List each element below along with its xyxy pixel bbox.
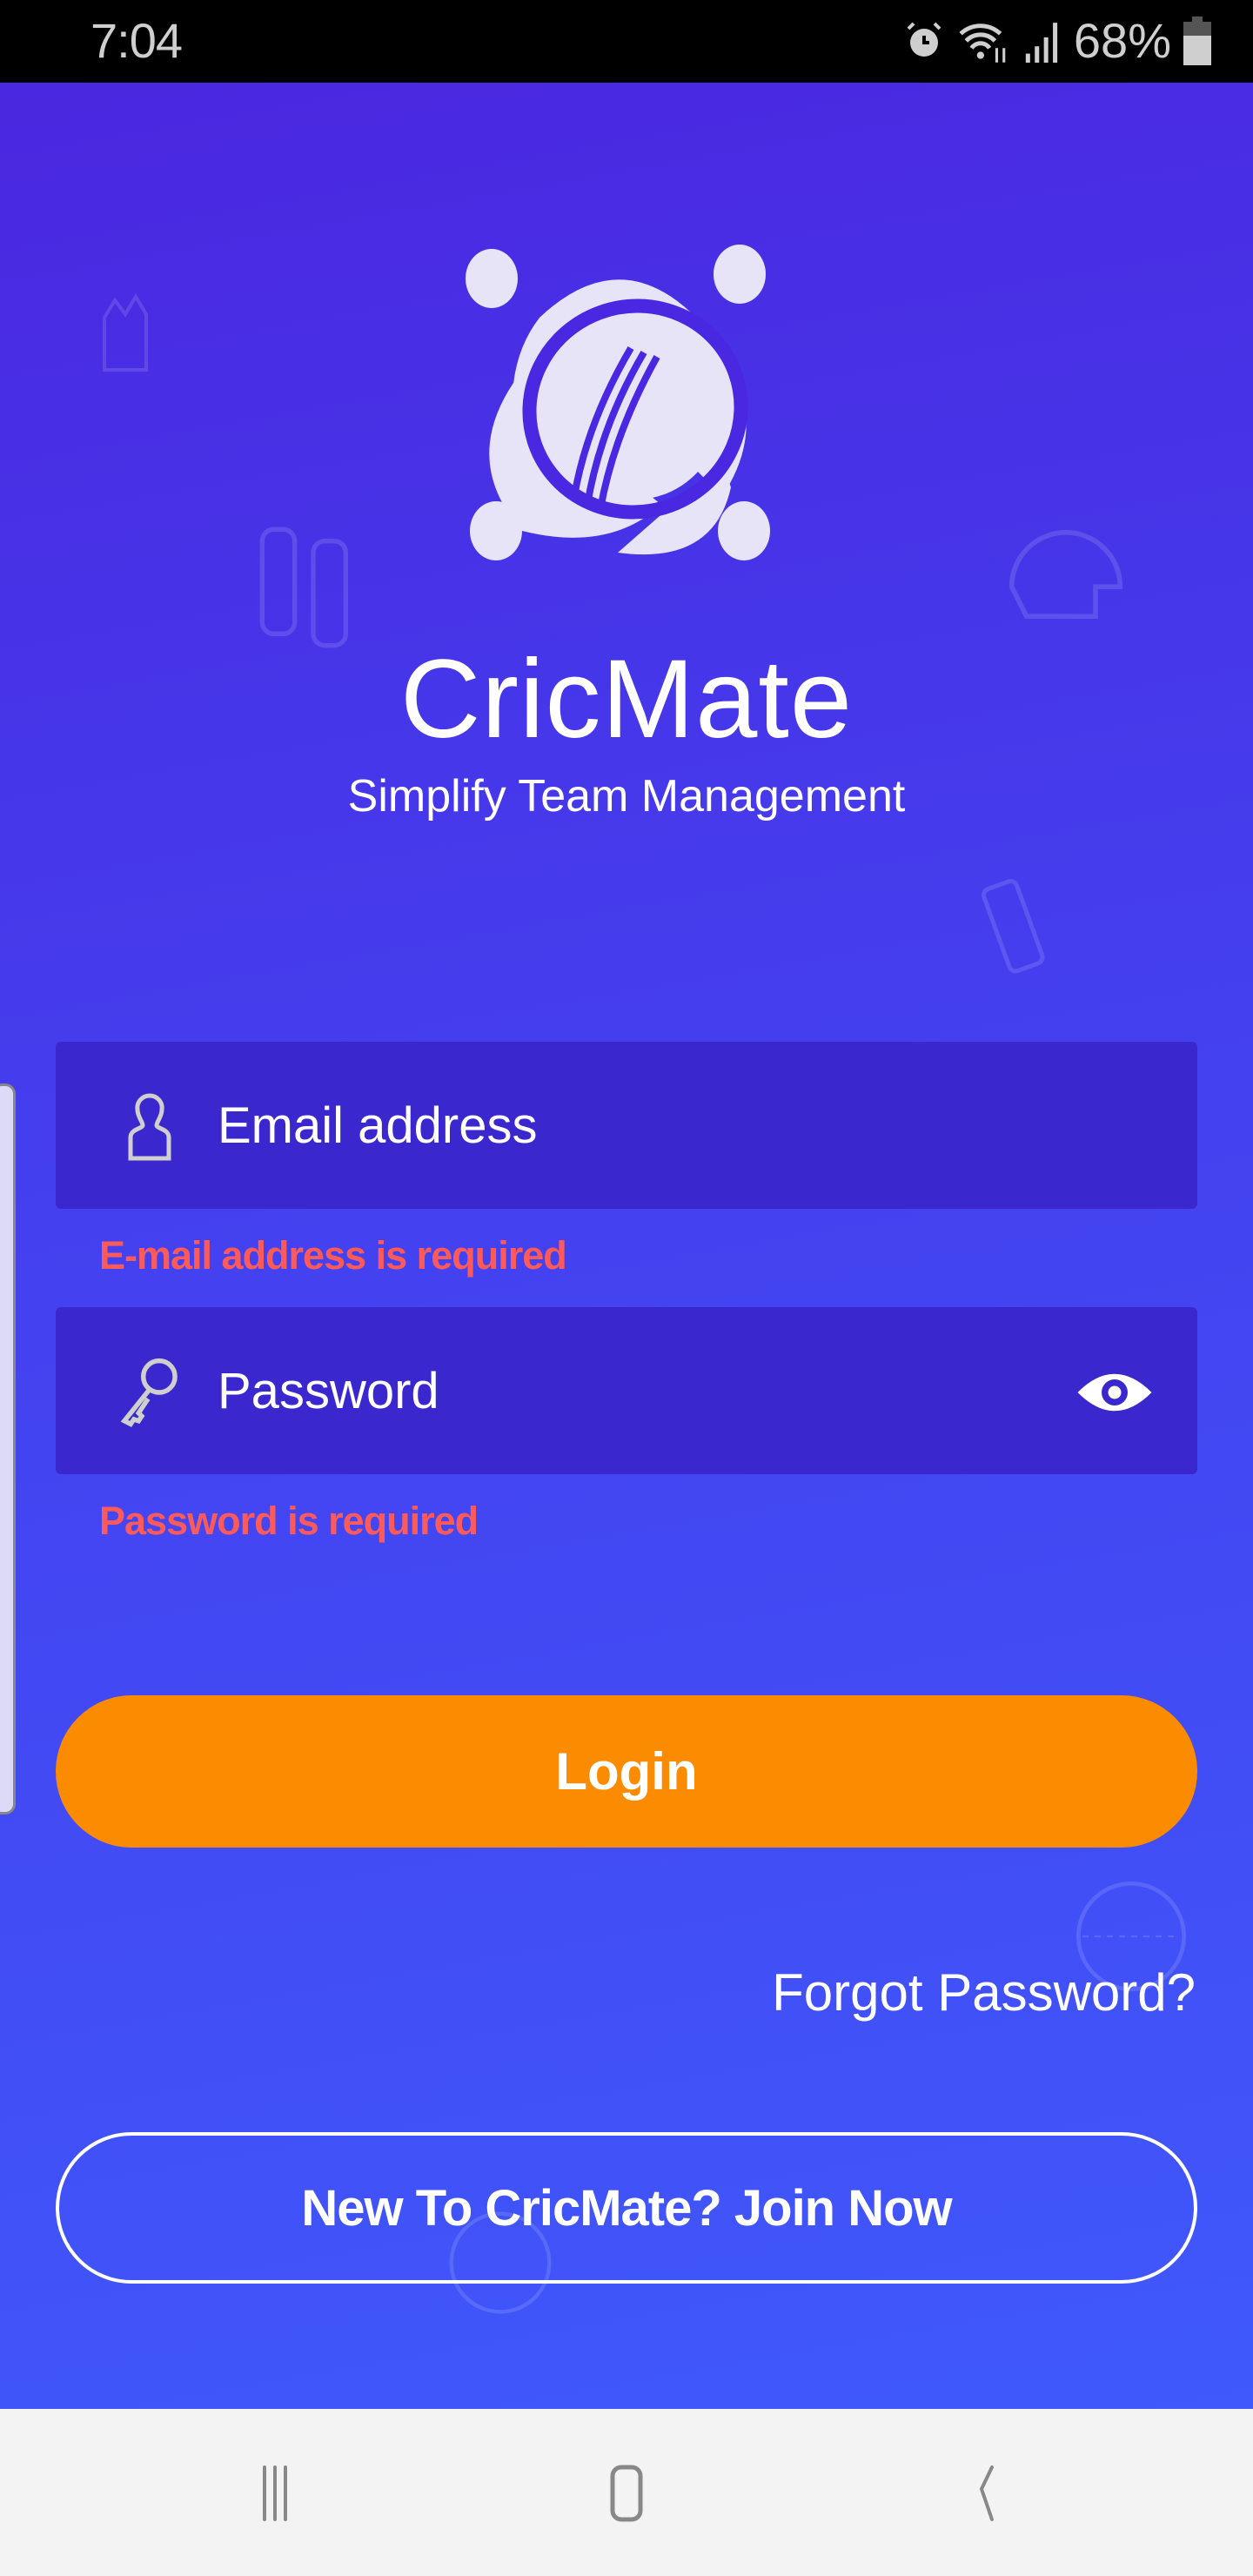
- key-icon: [120, 1358, 178, 1427]
- password-error: Password is required: [99, 1499, 479, 1543]
- gloves-icon: [103, 293, 148, 372]
- back-icon[interactable]: [948, 2463, 1018, 2524]
- login-screen: CricMate Simplify Team Management Email …: [0, 83, 1253, 2409]
- signal-icon: [1025, 22, 1057, 63]
- password-field[interactable]: Password: [56, 1307, 1197, 1474]
- cricmate-logo: [466, 245, 770, 560]
- bat-icon: [981, 879, 1045, 974]
- battery-percent: 68%: [1073, 13, 1171, 68]
- forgot-password-link[interactable]: Forgot Password?: [772, 1962, 1196, 2023]
- home-icon[interactable]: [592, 2463, 661, 2524]
- helmet-icon: [1008, 530, 1123, 619]
- login-button[interactable]: Login: [56, 1695, 1197, 1848]
- email-field[interactable]: Email address: [56, 1042, 1197, 1209]
- edge-panel-handle[interactable]: [0, 1083, 16, 1815]
- email-error: E-mail address is required: [99, 1233, 567, 1278]
- recent-apps-icon[interactable]: [240, 2463, 310, 2524]
- status-bar: 7:04 68%: [0, 0, 1253, 83]
- wifi-icon: [959, 23, 1006, 63]
- password-placeholder: Password: [218, 1362, 439, 1419]
- user-icon: [128, 1093, 171, 1161]
- app-tagline: Simplify Team Management: [347, 771, 906, 822]
- join-now-button[interactable]: New To CricMate? Join Now: [56, 2132, 1197, 2284]
- eye-icon[interactable]: [1075, 1368, 1154, 1417]
- alarm-icon: [907, 22, 941, 57]
- battery-icon: [1183, 16, 1211, 65]
- app-title: CricMate: [399, 637, 854, 761]
- system-nav-bar: [0, 2409, 1253, 2576]
- status-time: 7:04: [90, 13, 183, 68]
- email-placeholder: Email address: [218, 1097, 538, 1154]
